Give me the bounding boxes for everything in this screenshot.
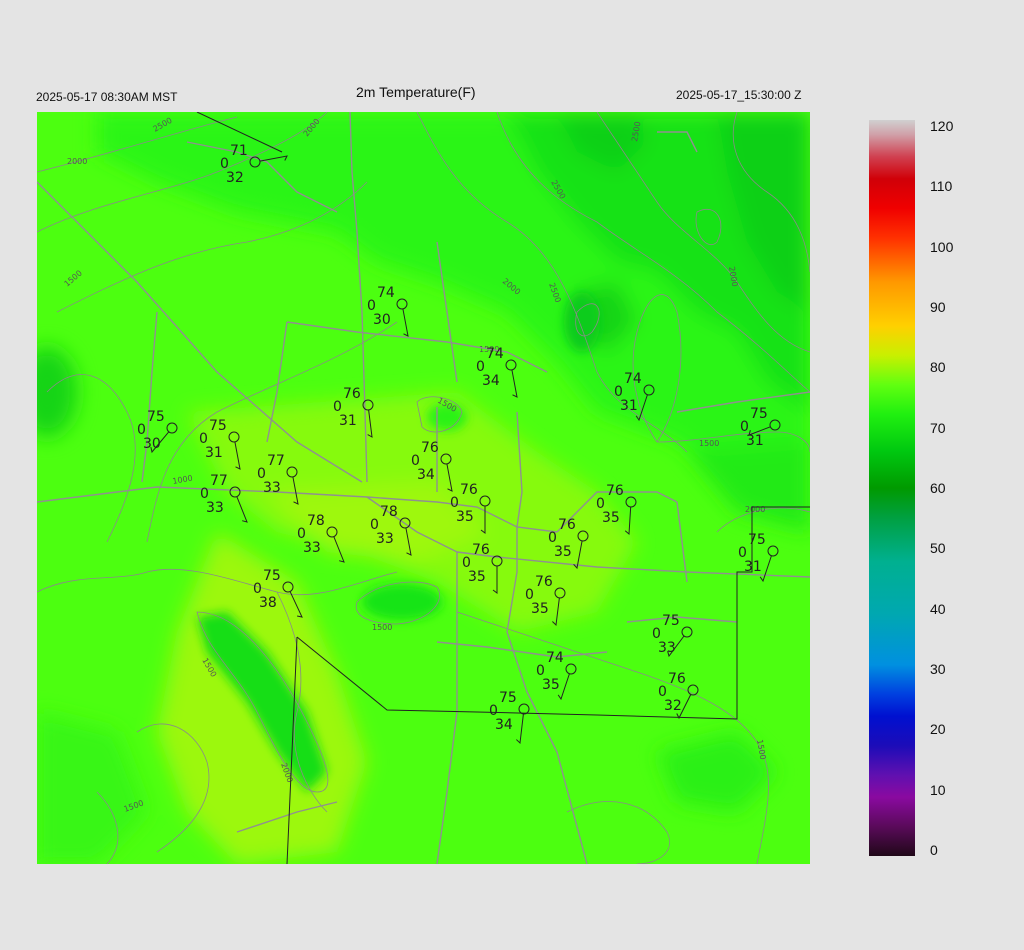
- utc-time-label: 2025-05-17_15:30:00 Z: [676, 88, 802, 102]
- station-temperature: 75: [263, 568, 281, 584]
- temperature-map: 2500 2000 2000 2500 2500 2000 2500 2000 …: [37, 112, 810, 864]
- colorbar-label: 100: [930, 238, 954, 255]
- station-temperature: 71: [230, 143, 248, 159]
- station-dewpoint: 33: [206, 500, 224, 516]
- station-dewpoint: 34: [495, 717, 513, 733]
- station-dewpoint: 30: [373, 312, 391, 328]
- temperature-field: 2500 2000 2000 2500 2500 2000 2500 2000 …: [37, 112, 810, 864]
- colorbar-label: 80: [930, 359, 946, 376]
- station-dewpoint: 31: [744, 559, 762, 575]
- colorbar-label: 110: [930, 178, 953, 195]
- station-temperature: 78: [307, 513, 325, 529]
- colorbar-label: 50: [930, 540, 946, 557]
- station-dewpoint: 32: [664, 698, 682, 714]
- colorbar-label: 70: [930, 419, 946, 436]
- station-dewpoint: 33: [658, 640, 676, 656]
- colorbar-label: 90: [930, 299, 946, 315]
- station-temperature: 76: [558, 517, 576, 533]
- station-dewpoint: 35: [602, 510, 620, 526]
- station-dewpoint: 35: [531, 601, 549, 617]
- station-dewpoint: 34: [482, 373, 500, 389]
- station-temperature: 76: [535, 574, 553, 590]
- station-dewpoint: 34: [417, 467, 435, 483]
- colorbar-label: 40: [930, 600, 946, 617]
- colorbar-label: 10: [930, 781, 946, 798]
- station-dewpoint: 35: [456, 509, 474, 525]
- station-temperature: 76: [421, 440, 439, 456]
- station-dewpoint: 38: [259, 595, 277, 611]
- station-temperature: 76: [472, 542, 490, 558]
- station-temperature: 75: [499, 690, 517, 706]
- station-temperature: 77: [267, 453, 285, 469]
- station-dewpoint: 32: [226, 170, 244, 186]
- station-dewpoint: 31: [620, 398, 638, 414]
- colorbar-label: 0: [930, 842, 938, 858]
- colorbar-label: 60: [930, 480, 946, 496]
- contour-label: 2000: [67, 157, 87, 166]
- contour-label: 2000: [745, 505, 765, 514]
- station-dewpoint: 35: [554, 544, 572, 560]
- station-temperature: 76: [668, 671, 686, 687]
- station-dewpoint: 33: [376, 531, 394, 547]
- station-dewpoint: 31: [205, 445, 223, 461]
- contour-label: 1500: [699, 439, 719, 448]
- colorbar-label: 120: [930, 118, 954, 134]
- station-dewpoint: 33: [303, 540, 321, 556]
- contour-label: 1500: [372, 623, 392, 632]
- station-temperature: 74: [546, 650, 564, 666]
- local-time-label: 2025-05-17 08:30AM MST: [36, 90, 178, 104]
- station-temperature: 76: [460, 482, 478, 498]
- colorbar-label: 30: [930, 661, 946, 677]
- station-temperature: 74: [486, 346, 504, 362]
- station-temperature: 75: [147, 409, 165, 425]
- station-dewpoint: 33: [263, 480, 281, 496]
- station-temperature: 74: [377, 285, 395, 301]
- station-dewpoint: 35: [542, 677, 560, 693]
- station-dewpoint: 35: [468, 569, 486, 585]
- station-temperature: 76: [606, 483, 624, 499]
- station-dewpoint: 31: [746, 433, 764, 449]
- colorbar-gradient: [869, 120, 915, 856]
- station-temperature: 75: [662, 613, 680, 629]
- station-temperature: 75: [209, 418, 227, 434]
- colorbar: [869, 120, 915, 856]
- station-temperature: 77: [210, 473, 228, 489]
- station-dewpoint: 30: [143, 436, 161, 452]
- map-title: 2m Temperature(F): [356, 84, 476, 100]
- station-temperature: 78: [380, 504, 398, 520]
- station-temperature: 75: [750, 406, 768, 422]
- station-temperature: 75: [748, 532, 766, 548]
- station-dewpoint: 31: [339, 413, 357, 429]
- colorbar-label: 20: [930, 721, 946, 738]
- station-temperature: 76: [343, 386, 361, 402]
- station-temperature: 74: [624, 371, 642, 387]
